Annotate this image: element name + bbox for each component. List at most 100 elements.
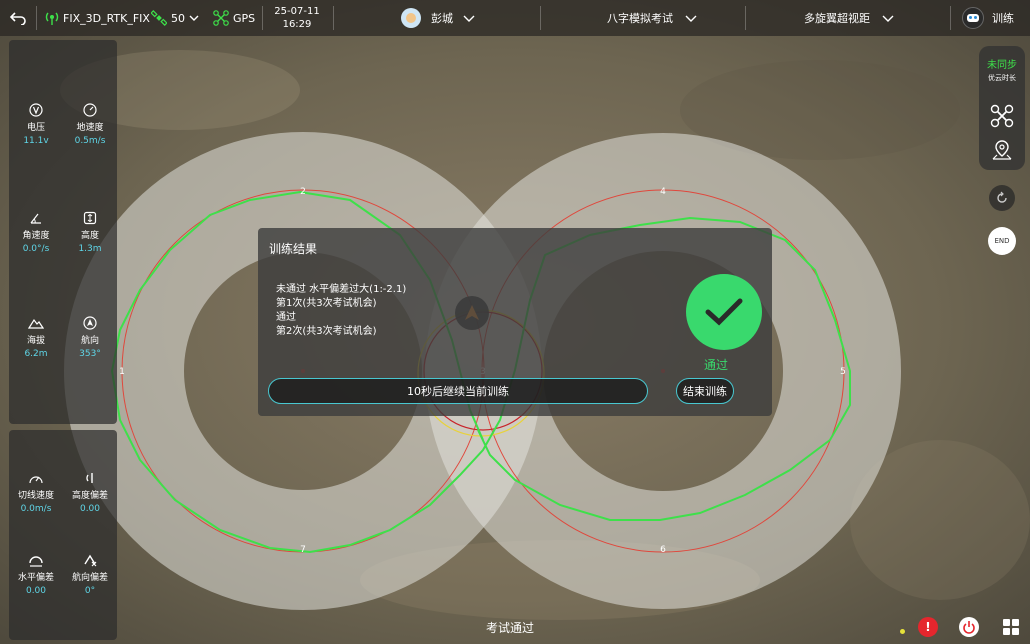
drone-gps-icon [213,10,229,26]
datetime: 25-07-11 16:29 [271,5,323,31]
drone-button[interactable] [990,104,1014,128]
exam-mode-label: 八字模拟考试 [607,12,673,25]
right-tool-panel: 未同步 优云时长 [979,46,1025,170]
satellite-icon [151,10,167,26]
heading-value: 353° [79,349,101,359]
sync-status-label: 未同步 [987,60,1017,71]
gps-status[interactable]: GPS [213,0,255,36]
heading-label: 航向 [80,336,99,346]
height-label: 高度 [80,231,99,241]
pass-badge [686,274,762,350]
map-pin-button[interactable] [990,138,1014,162]
end-button[interactable]: END [988,227,1016,255]
chevron-down-icon [463,15,475,22]
grid-icon [1003,619,1019,635]
altitude-stat: 海拔 6.2m [10,315,62,359]
tangent-speed-stat: 切线速度 0.0m/s [10,470,62,514]
waypoint-1: 1 [119,367,125,377]
heading-deviation-value: 0° [84,586,96,596]
ground-speed-value: 0.5m/s [74,136,106,146]
refresh-button[interactable] [989,185,1015,211]
map-pin-icon [992,140,1012,160]
chevron-down-icon [685,15,697,22]
satellite-count-value: 50 [171,11,185,25]
chevron-down-icon [882,15,894,22]
end-button-label: END [994,237,1010,245]
robot-icon [962,7,984,29]
speedometer-icon [83,103,97,117]
horizontal-deviation-icon [29,556,43,567]
alert-icon: ! [925,620,931,634]
result-line: 第2次(共3次考试机会) [276,326,377,337]
avatar [401,8,421,28]
drone-icon [990,104,1014,128]
sync-status[interactable]: 未同步 优云时长 [979,56,1025,83]
heading-deviation-stat: 航向偏差 0° [64,552,116,596]
training-label: 训练 [992,12,1014,25]
angular-speed-stat: 角速度 0.0°/s [10,210,62,254]
voltage-stat: 电压 11.1v [10,102,62,146]
horizontal-deviation-stat: 水平偏差 0.00 [10,552,62,596]
grid-menu-button[interactable] [1002,618,1020,636]
user-name: 彭城 [431,12,453,25]
waypoint-7: 7 [300,545,306,555]
tangent-speed-icon [29,476,43,484]
training-button[interactable]: 训练 [962,0,1014,36]
mountain-icon [28,318,44,329]
waypoint-2: 2 [300,187,306,197]
heading-icon [83,316,97,330]
top-bar: FIX_3D_RTK_FIX 50 GPS 25-07-11 16:29 彭城 [0,0,1030,36]
heading-stat: 航向 353° [64,315,116,359]
user-selector[interactable]: 彭城 [401,0,475,36]
horizontal-deviation-value: 0.00 [25,586,47,596]
continue-training-button[interactable]: 10秒后继续当前训练 [268,378,648,404]
exam-status: 考试通过 [486,621,535,635]
rtk-status-label: FIX_3D_RTK_FIX [63,11,150,25]
result-line: 未通过 水平偏差过大(1:-2.1) [276,284,407,295]
end-training-button[interactable]: 结束训练 [676,378,734,404]
horizontal-deviation-label: 水平偏差 [17,573,54,583]
power-button[interactable] [959,617,979,637]
height-value: 1.3m [78,244,102,254]
voltage-icon [29,103,43,117]
angular-speed-label: 角速度 [22,231,50,241]
altitude-label: 海拔 [26,336,45,346]
angle-icon [30,213,41,224]
satellite-count[interactable]: 50 [151,0,199,36]
chevron-down-icon [189,15,199,21]
height-deviation-label: 高度偏差 [71,491,108,501]
height-deviation-value: 0.00 [79,504,101,514]
drone-view-label: 多旋翼超视距 [804,12,870,25]
power-icon [963,621,975,634]
exam-mode-selector[interactable]: 八字模拟考试 [607,0,697,36]
ground-speed-label: 地速度 [76,123,104,133]
training-result-dialog: 训练结果 未通过 水平偏差过大(1:-2.1) 第1次(共3次考试机会) 通过 … [258,228,772,416]
waypoint-5: 5 [840,367,846,377]
ground-speed-stat: 地速度 0.5m/s [64,102,116,146]
telemetry-panel: 电压 11.1v 地速度 0.5m/s 角速度 0.0°/s 高度 1.3m 海… [9,40,117,424]
checkmark-icon [705,298,743,326]
deviation-panel: 切线速度 0.0m/s 高度偏差 0.00 水平偏差 0.00 航向偏差 0° [9,430,117,640]
pass-label: 通过 [704,358,729,372]
gps-label: GPS [233,11,256,25]
back-arrow-icon [10,12,26,25]
avatar-face-icon [406,13,416,23]
time-label: 16:29 [282,19,312,30]
voltage-label: 电压 [26,123,45,133]
angular-speed-value: 0.0°/s [22,244,50,254]
result-lines: 未通过 水平偏差过大(1:-2.1) 第1次(共3次考试机会) 通过 第2次(共… [276,283,406,339]
warning-button[interactable]: ! [918,617,938,637]
heading-deviation-label: 航向偏差 [71,573,108,583]
tangent-speed-label: 切线速度 [17,491,54,501]
sync-status-sub: 优云时长 [988,74,1016,82]
signal-tower-icon [45,12,59,25]
rtk-status[interactable]: FIX_3D_RTK_FIX [45,0,150,36]
height-deviation-stat: 高度偏差 0.00 [64,470,116,514]
drone-view-selector[interactable]: 多旋翼超视距 [804,0,894,36]
height-stat: 高度 1.3m [64,210,116,254]
height-icon [83,211,97,225]
waypoint-6: 6 [660,545,666,555]
date-label: 25-07-11 [274,6,320,17]
altitude-value: 6.2m [24,349,48,359]
back-button[interactable] [10,0,26,36]
